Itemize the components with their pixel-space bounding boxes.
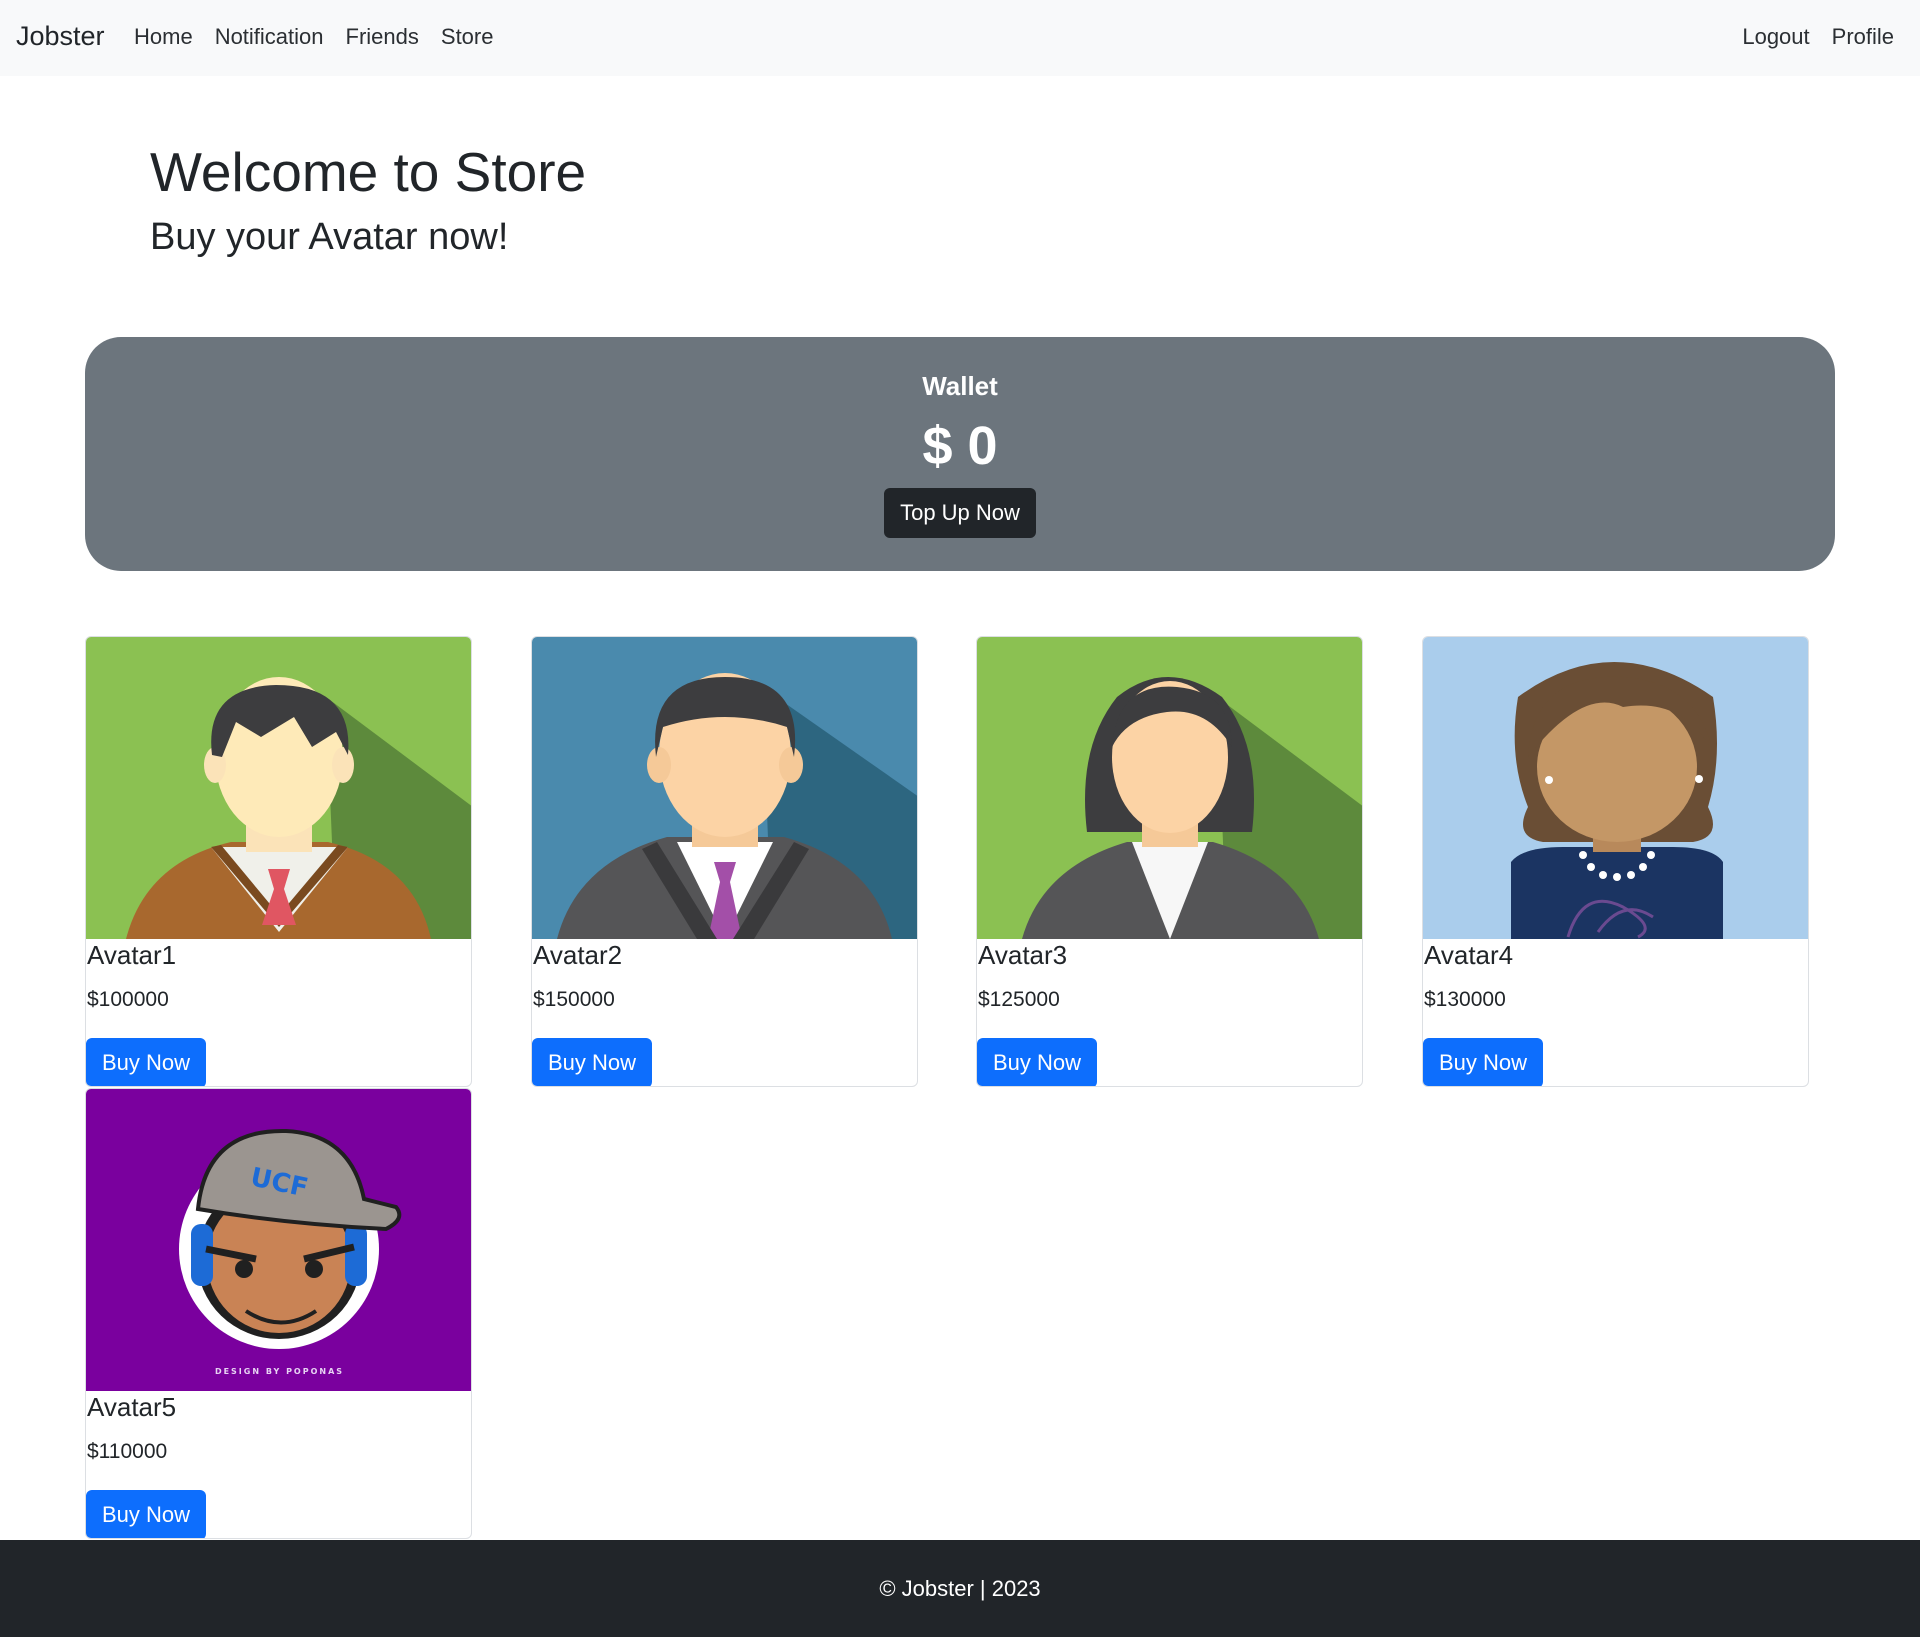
avatar-name: Avatar4 [1424, 940, 1514, 970]
avatar-card: Avatar3 $125000 Buy Now [976, 636, 1363, 1087]
nav-link-logout[interactable]: Logout [1742, 24, 1809, 50]
avatar-price: $125000 [978, 988, 1060, 1011]
buy-now-button[interactable]: Buy Now [977, 1038, 1097, 1086]
avatar-card: Avatar4 $130000 Buy Now [1422, 636, 1809, 1087]
nav-link-home[interactable]: Home [134, 24, 193, 50]
avatar-name: Avatar1 [87, 940, 177, 970]
nav-right-links: Logout Profile [1742, 24, 1894, 50]
young-man-brown-sweater-avatar-icon [86, 637, 471, 939]
design-credit: DESIGN BY POPONAS [214, 1367, 345, 1376]
footer-copyright: © Jobster | 2023 [879, 1575, 1041, 1601]
nav-link-profile[interactable]: Profile [1832, 24, 1894, 50]
avatar-name: Avatar3 [978, 940, 1068, 970]
avatar-card: Avatar2 $150000 Buy Now [531, 636, 918, 1087]
avatar-price: $150000 [533, 988, 615, 1011]
buy-now-button[interactable]: Buy Now [1423, 1038, 1543, 1086]
wallet-panel: Wallet $ 0 Top Up Now [85, 337, 1835, 571]
avatar-price: $110000 [87, 1440, 168, 1463]
wallet-balance: $ 0 [922, 416, 998, 476]
navbar: Jobster Home Notification Friends Store … [0, 0, 1920, 76]
nav-link-friends[interactable]: Friends [346, 24, 419, 50]
avatar-price: $130000 [1424, 988, 1506, 1011]
page-title: Welcome to Store [150, 141, 587, 203]
top-up-button[interactable]: Top Up Now [884, 488, 1036, 538]
buy-now-button[interactable]: Buy Now [86, 1038, 206, 1086]
cartoon-gamer-cap-avatar-icon: UCF [86, 1089, 471, 1391]
avatar-name: Avatar5 [87, 1392, 177, 1422]
buy-now-button[interactable]: Buy Now [86, 1490, 206, 1538]
nav-left-links: Home Notification Friends Store [134, 24, 493, 50]
nav-link-store[interactable]: Store [441, 24, 494, 50]
avatar-card: UCF DESIGN BY POPONAS Avatar5 $110000 Bu… [85, 1088, 472, 1539]
businesswoman-avatar-icon [977, 637, 1362, 939]
brand-logo[interactable]: Jobster [16, 21, 105, 52]
page-subtitle: Buy your Avatar now! [150, 216, 509, 258]
footer: © Jobster | 2023 [0, 1540, 1920, 1637]
avatar-card: Avatar1 $100000 Buy Now [85, 636, 472, 1087]
wallet-label: Wallet [922, 371, 998, 401]
woman-navy-dress-avatar-icon [1423, 637, 1808, 939]
avatar-price: $100000 [87, 988, 169, 1011]
buy-now-button[interactable]: Buy Now [532, 1038, 652, 1086]
nav-link-notification[interactable]: Notification [215, 24, 324, 50]
avatar-name: Avatar2 [533, 940, 623, 970]
businessman-suit-avatar-icon [532, 637, 917, 939]
